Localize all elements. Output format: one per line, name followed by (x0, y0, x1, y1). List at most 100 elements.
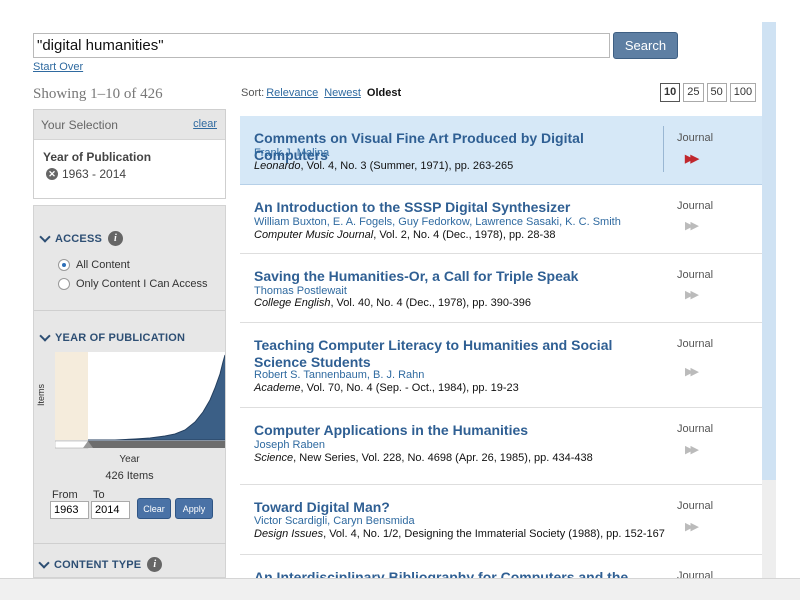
page-size-10[interactable]: 10 (660, 83, 681, 102)
to-label: To (93, 489, 105, 501)
result-item[interactable]: Saving the Humanities-Or, a Call for Tri… (240, 254, 762, 323)
sort-newest[interactable]: Newest (324, 87, 361, 99)
remove-icon[interactable]: ✕ (46, 168, 58, 180)
page-size-100[interactable]: 100 (729, 83, 757, 102)
radio-unchecked-icon[interactable] (58, 278, 70, 290)
result-authors[interactable]: Thomas Postlewait (254, 285, 347, 297)
result-item[interactable]: Computer Applications in the Humanities … (240, 408, 762, 485)
year-apply-button[interactable]: Apply (175, 498, 213, 519)
result-citation: Leonardo, Vol. 4, No. 3 (Summer, 1971), … (254, 160, 513, 172)
result-journal: Science (254, 452, 294, 464)
result-journal: Computer Music Journal (254, 229, 374, 241)
result-title[interactable]: An Interdisciplinary Bibliography for Co… (254, 569, 674, 578)
result-authors[interactable]: Robert S. Tannenbaum, B. J. Rahn (254, 369, 424, 381)
from-label: From (52, 489, 78, 501)
result-journal: Design Issues (254, 528, 324, 540)
facet-content-type-header[interactable]: CONTENT TYPE i (38, 556, 163, 572)
result-citation: College English, Vol. 40, No. 4 (Dec., 1… (254, 297, 531, 309)
result-item[interactable]: Teaching Computer Literacy to Humanities… (240, 323, 762, 408)
sort-bar: Sort: Relevance Newest Oldest (241, 87, 401, 99)
range-track (88, 441, 225, 448)
result-title[interactable]: An Introduction to the SSSP Digital Synt… (254, 199, 654, 216)
sort-relevance[interactable]: Relevance (266, 87, 318, 99)
results-list: Comments on Visual Fine Art Produced by … (240, 116, 762, 578)
from-year-input[interactable] (50, 501, 89, 519)
access-option-all-label: All Content (76, 259, 130, 271)
info-icon[interactable]: i (147, 557, 163, 572)
result-item[interactable]: Comments on Visual Fine Art Produced by … (240, 116, 762, 185)
result-citation: Academe, Vol. 70, No. 4 (Sep. - Oct., 19… (254, 382, 519, 394)
result-authors[interactable]: William Buxton, E. A. Fogels, Guy Fedork… (254, 216, 621, 228)
radio-checked-icon[interactable] (58, 259, 70, 271)
bottom-bar (0, 578, 800, 600)
range-track-left (55, 440, 89, 449)
access-option-all[interactable]: All Content (58, 259, 130, 271)
divider (33, 543, 226, 544)
year-clear-button[interactable]: Clear (137, 498, 171, 519)
access-option-mine[interactable]: Only Content I Can Access (58, 278, 207, 290)
selection-panel: Your Selection clear Year of Publication… (33, 109, 226, 199)
sort-oldest[interactable]: Oldest (367, 87, 401, 99)
result-citation-detail: , Vol. 4, No. 1/2, Designing the Immater… (323, 528, 665, 540)
facet-year-header[interactable]: YEAR OF PUBLICATION (39, 330, 186, 344)
search-button[interactable]: Search (613, 32, 678, 59)
result-item[interactable]: Toward Digital Man? Victor Scardigli, Ca… (240, 485, 762, 555)
facet-access-header[interactable]: ACCESS i (39, 230, 124, 246)
chevron-down-icon (39, 330, 51, 342)
selection-value[interactable]: ✕ 1963 - 2014 (34, 164, 225, 184)
result-type: Journal (677, 338, 714, 350)
result-type: Journal (677, 132, 714, 144)
selection-value-label: 1963 - 2014 (62, 167, 127, 181)
result-authors[interactable]: Joseph Raben (254, 439, 325, 451)
double-arrow-icon[interactable]: ▶▶ (685, 443, 699, 456)
result-journal: Leonardo (254, 160, 301, 172)
right-side-panel (762, 22, 776, 480)
to-year-input[interactable] (91, 501, 130, 519)
double-arrow-icon[interactable]: ▶▶ (685, 365, 699, 378)
selection-clear-link[interactable]: clear (193, 118, 217, 130)
selection-facet-name: Year of Publication (43, 150, 152, 164)
result-title[interactable]: Computer Applications in the Humanities (254, 422, 654, 439)
result-item[interactable]: An Interdisciplinary Bibliography for Co… (240, 555, 762, 578)
double-arrow-icon[interactable]: ▶▶ (685, 219, 699, 232)
result-authors[interactable]: Frank J. Malina (254, 147, 329, 159)
items-count: 426 Items (105, 470, 154, 482)
double-arrow-icon[interactable]: ▶▶ (685, 152, 699, 165)
result-item[interactable]: An Introduction to the SSSP Digital Synt… (240, 185, 762, 254)
year-histogram[interactable] (55, 352, 226, 452)
result-title[interactable]: Saving the Humanities-Or, a Call for Tri… (254, 268, 654, 285)
chevron-down-icon (39, 230, 51, 243)
facet-access-title: ACCESS (55, 232, 103, 245)
access-option-mine-label: Only Content I Can Access (76, 278, 208, 290)
divider (34, 310, 225, 311)
result-citation: Design Issues, Vol. 4, No. 1/2, Designin… (254, 528, 665, 540)
result-title[interactable]: Toward Digital Man? (254, 499, 654, 516)
facet-year-title: YEAR OF PUBLICATION (55, 332, 186, 344)
chevron-down-icon (38, 556, 50, 569)
double-arrow-icon[interactable]: ▶▶ (685, 520, 699, 533)
result-title[interactable]: Teaching Computer Literacy to Humanities… (254, 337, 654, 371)
sort-label: Sort: (241, 87, 265, 99)
page-size-50[interactable]: 50 (706, 83, 727, 102)
result-citation-detail: , New Series, Vol. 228, No. 4698 (Apr. 2… (293, 452, 593, 464)
selection-header-label: Your Selection (41, 118, 118, 132)
info-icon[interactable]: i (108, 231, 124, 246)
search-input[interactable] (33, 33, 610, 58)
facets-sidebar: ACCESS i All Content Only Content I Can … (33, 205, 226, 578)
result-type: Journal (677, 200, 714, 212)
right-side-panel-lower (762, 480, 776, 578)
result-citation-detail: , Vol. 70, No. 4 (Sep. - Oct., 1984), pp… (300, 382, 519, 394)
y-axis-label: Items (36, 383, 46, 406)
page-size-25[interactable]: 25 (683, 83, 704, 102)
result-type: Journal (677, 570, 714, 578)
result-authors[interactable]: Victor Scardigli, Caryn Bensmida (254, 515, 415, 527)
result-journal: Academe (254, 382, 301, 394)
result-citation: Computer Music Journal, Vol. 2, No. 4 (D… (254, 229, 555, 241)
result-journal: College English (254, 297, 331, 309)
result-citation: Science, New Series, Vol. 228, No. 4698 … (254, 452, 593, 464)
histogram-excluded-range (55, 352, 88, 440)
start-over-link[interactable]: Start Over (33, 61, 83, 73)
result-citation-detail: , Vol. 40, No. 4 (Dec., 1978), pp. 390-3… (330, 297, 532, 309)
double-arrow-icon[interactable]: ▶▶ (685, 288, 699, 301)
selection-header: Your Selection clear (34, 110, 225, 140)
